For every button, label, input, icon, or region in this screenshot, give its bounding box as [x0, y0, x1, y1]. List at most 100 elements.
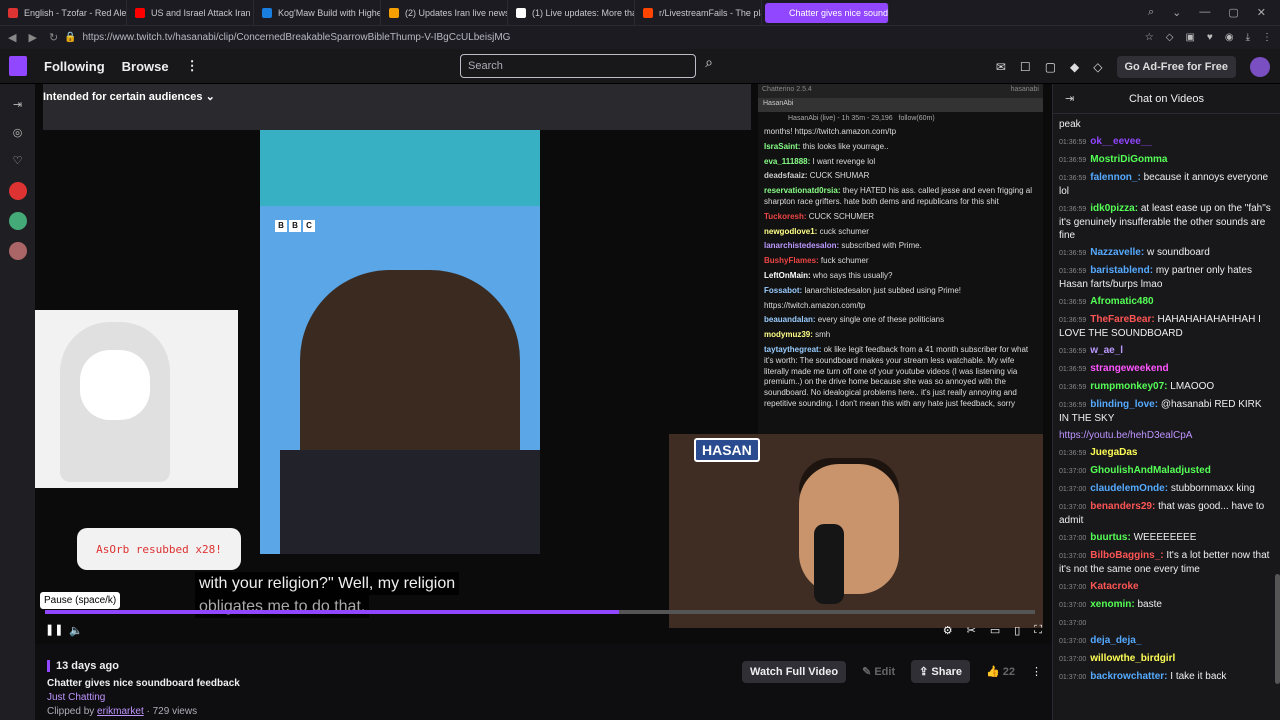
chat-username[interactable]: strangeweekend: [1090, 363, 1168, 374]
window-control-icon[interactable]: ▢: [1228, 6, 1238, 19]
chatterino-window: Chatterino 2.5.4 hasanabi HasanAbi HasanA…: [758, 84, 1043, 434]
heart-icon[interactable]: ♡: [11, 154, 25, 168]
pause-icon[interactable]: ❚❚: [45, 623, 63, 637]
address-field[interactable]: https://www.twitch.tv/hasanabi/clip/Conc…: [82, 32, 510, 43]
chatterino-user[interactable]: modymuz39:: [764, 330, 815, 339]
chat-scrollbar[interactable]: [1275, 574, 1280, 684]
search-icon[interactable]: ⌕: [698, 54, 720, 78]
collapse-chat-icon[interactable]: ⇥: [1065, 92, 1074, 105]
prime-icon[interactable]: ◇: [1093, 60, 1102, 74]
inbox-icon[interactable]: ✉: [996, 60, 1006, 74]
ext-icon[interactable]: ◇: [1166, 32, 1174, 43]
bits-icon[interactable]: ◆: [1070, 60, 1079, 74]
chat-username[interactable]: blinding_love:: [1090, 399, 1161, 410]
chatterino-user[interactable]: IsraSaint:: [764, 142, 803, 151]
window-control-icon[interactable]: —: [1199, 6, 1210, 19]
chatterino-user[interactable]: Tuckoresh:: [764, 212, 809, 221]
browser-tab[interactable]: Chatter gives nice soundb: [765, 2, 889, 23]
chat-username[interactable]: backrowchatter:: [1090, 671, 1170, 682]
video-player[interactable]: Intended for certain audiences ⌄ BBC Cha…: [35, 84, 1052, 644]
chat-username[interactable]: Afromatic480: [1090, 296, 1153, 307]
ext-icon[interactable]: ◉: [1225, 32, 1234, 43]
chat-username[interactable]: BilboBaggins_:: [1090, 550, 1166, 561]
channel-avatar[interactable]: [8, 212, 27, 230]
browser-tab[interactable]: (2) Updates Iran live news: [381, 0, 508, 25]
chatterino-user[interactable]: eva_111888:: [764, 157, 813, 166]
avatar[interactable]: [1250, 56, 1270, 77]
category-link[interactable]: Just Chatting: [47, 692, 105, 703]
theatre-icon[interactable]: ▯: [1014, 624, 1020, 637]
watch-full-video-button[interactable]: Watch Full Video: [742, 660, 847, 683]
chatterino-user[interactable]: newgodlove1:: [764, 227, 820, 236]
browser-tab[interactable]: r/LivestreamFails - The pla: [635, 0, 762, 25]
chat-username[interactable]: Katacroke: [1090, 581, 1138, 592]
chat-username[interactable]: claudelemOnde:: [1090, 483, 1171, 494]
audience-warning[interactable]: Intended for certain audiences ⌄: [43, 90, 215, 103]
chat-username[interactable]: MostriDiGomma: [1090, 154, 1167, 165]
chatterino-user[interactable]: taytaythegreat:: [764, 345, 824, 354]
chat-username[interactable]: buurtus:: [1090, 532, 1133, 543]
fullscreen-icon[interactable]: ⛶: [1034, 624, 1042, 637]
chat-username[interactable]: baristablend:: [1090, 265, 1156, 276]
following-link[interactable]: Following: [44, 59, 105, 74]
channel-avatar[interactable]: [8, 182, 27, 200]
chat-username[interactable]: willowthe_birdgirl: [1090, 653, 1175, 664]
whispers-icon[interactable]: ☐: [1020, 60, 1031, 74]
chatterino-user[interactable]: lanarchistedesalon:: [764, 241, 841, 250]
chatterino-user[interactable]: beauandalan:: [764, 315, 818, 324]
chat-username[interactable]: deja_deja_: [1090, 635, 1141, 646]
channel-avatar[interactable]: [8, 242, 27, 260]
volume-icon[interactable]: 🔈: [69, 624, 83, 637]
share-button[interactable]: ⇪ Share: [911, 660, 970, 683]
back-icon[interactable]: ◀: [8, 31, 16, 44]
for-you-icon[interactable]: ◎: [11, 126, 25, 140]
chat-username[interactable]: Nazzavelle:: [1090, 247, 1147, 258]
twitch-logo-icon[interactable]: [9, 56, 27, 76]
browser-tab[interactable]: English - Tzofar - Red Alerts: [0, 0, 127, 25]
clip-title: Chatter gives nice soundboard feedback: [47, 678, 240, 689]
chat-username[interactable]: GhoulishAndMaladjusted: [1090, 465, 1211, 476]
browser-tab[interactable]: Kog'Maw Build with Highest: [254, 0, 381, 25]
menu-icon[interactable]: ⋮: [1262, 32, 1272, 43]
window-control-icon[interactable]: ⌄: [1172, 6, 1181, 19]
ext-icon[interactable]: ♥: [1207, 32, 1213, 43]
browser-tab[interactable]: (1) Live updates: More than: [508, 0, 635, 25]
more-options-icon[interactable]: ⋮: [1031, 665, 1042, 678]
search-input[interactable]: Search: [460, 54, 696, 78]
chat-username[interactable]: idk0pizza:: [1090, 203, 1141, 214]
chatterino-user[interactable]: BushyFlames:: [764, 256, 821, 265]
browse-link[interactable]: Browse: [122, 59, 169, 74]
like-button[interactable]: 👍 22: [978, 660, 1023, 683]
chat-username[interactable]: w_ae_l: [1090, 345, 1123, 356]
seek-bar[interactable]: [45, 610, 1035, 614]
download-icon[interactable]: ⤓: [1246, 32, 1250, 43]
reload-icon[interactable]: ↻: [49, 31, 58, 44]
ad-free-button[interactable]: Go Ad-Free for Free: [1116, 55, 1236, 78]
chat-username[interactable]: TheFareBear:: [1090, 314, 1157, 325]
chat-username[interactable]: benanders29:: [1090, 501, 1158, 512]
browser-tab[interactable]: US and Israel Attack Iran: [127, 0, 254, 25]
miniplayer-icon[interactable]: ▭: [990, 624, 1000, 637]
ext-icon[interactable]: ▣: [1185, 32, 1194, 43]
expand-sidebar-icon[interactable]: ⇥: [11, 98, 25, 112]
window-control-icon[interactable]: ⌕: [1148, 6, 1154, 19]
chatterino-user[interactable]: Fossabot:: [764, 286, 804, 295]
chat-link[interactable]: https://youtu.be/hehD3ealCpA: [1059, 430, 1192, 441]
notifications-icon[interactable]: ▢: [1045, 60, 1056, 74]
clip-icon[interactable]: ✂: [967, 624, 976, 637]
chat-username[interactable]: falennon_:: [1090, 172, 1143, 183]
window-control-icon[interactable]: ✕: [1257, 6, 1266, 19]
edit-button[interactable]: ✎ Edit: [854, 660, 903, 683]
settings-icon[interactable]: ⚙: [943, 624, 953, 637]
more-icon[interactable]: ⋮: [186, 58, 199, 74]
chat-username[interactable]: ok__eevee__: [1090, 136, 1152, 147]
chatterino-user[interactable]: deadsfaaiz:: [764, 171, 810, 180]
chatterino-user[interactable]: LeftOnMain:: [764, 271, 813, 280]
chat-username[interactable]: JuegaDas: [1090, 447, 1137, 458]
forward-icon[interactable]: ▶: [28, 31, 36, 44]
chat-username[interactable]: rumpmonkey07:: [1090, 381, 1170, 392]
chat-username[interactable]: xenomin:: [1090, 599, 1137, 610]
chatterino-user[interactable]: reservationatd0rsia:: [764, 186, 843, 195]
ext-icon[interactable]: ☆: [1145, 32, 1154, 43]
clipper-link[interactable]: erikmarket: [97, 706, 144, 717]
